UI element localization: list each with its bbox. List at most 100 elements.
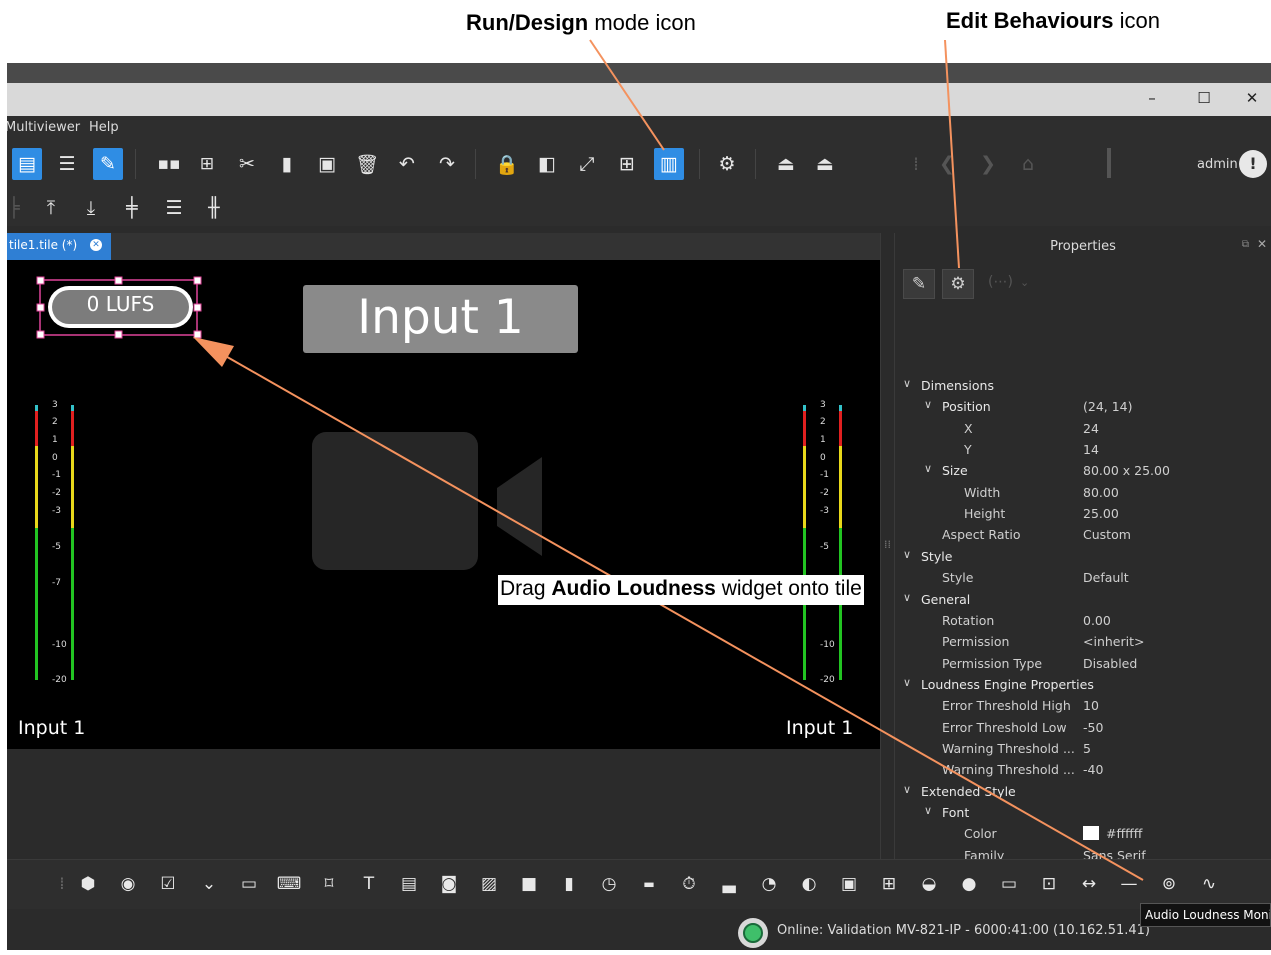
align-top-icon[interactable]: ⤒ [36,192,66,224]
run-design-mode-icon[interactable]: ▥ [654,148,684,180]
timer-widget-icon[interactable]: ⏱ [675,870,703,898]
user-avatar-icon[interactable]: ! [1239,150,1267,178]
property-row[interactable]: Error Threshold Low -50 [895,717,1271,738]
property-row[interactable]: Warning Threshold ... 5 [895,738,1271,759]
globe-widget-icon[interactable]: ◒ [915,870,943,898]
dot-widget-icon[interactable]: ● [955,870,983,898]
info-panel-icon[interactable]: ▤ [12,148,42,180]
checkbox-widget-icon[interactable]: ☑ [154,870,182,898]
fullscreen-icon[interactable]: ⤢ [572,148,602,180]
meter-widget-icon[interactable]: ▮ [555,870,583,898]
text-widget-icon[interactable]: T [355,870,383,898]
expand-chevron-icon[interactable]: ∨ [903,783,911,796]
button-widget-icon[interactable]: ◙ [435,870,463,898]
expand-chevron-icon[interactable]: ∨ [903,377,911,390]
expand-chevron-icon[interactable]: ∨ [924,462,932,475]
audio-loudness-widget-icon[interactable]: ⊚ [1155,870,1183,898]
counter-widget-icon[interactable]: ▬ [635,870,663,898]
property-row[interactable]: Height 25.00 [895,503,1271,524]
lock-icon[interactable]: 🔒 [492,148,522,180]
menu-help[interactable]: Help [89,120,119,135]
upload-icon[interactable]: ⏏ [771,148,801,180]
distribute-horizontal-icon[interactable]: ☰ [159,192,189,224]
user-name[interactable]: admin [1197,157,1238,172]
property-value[interactable]: 80.00 [1083,485,1119,500]
property-value[interactable]: Custom [1083,527,1131,542]
dropdown-widget-icon[interactable]: ⌄ [195,870,223,898]
copy-icon[interactable]: ▮ [272,148,302,180]
property-row[interactable]: X 24 [895,418,1271,439]
combo-widget-icon[interactable]: ▭ [235,870,263,898]
property-row[interactable]: Color #ffffff [895,823,1271,844]
undo-icon[interactable]: ↶ [392,148,422,180]
align-edge-icon[interactable]: ╞ [7,192,29,224]
monitor-widget-icon[interactable]: ▣ [835,870,863,898]
property-row[interactable]: ∨ Loudness Engine Properties [895,674,1271,695]
paste-icon[interactable]: ▣ [312,148,342,180]
cube-widget-icon[interactable]: ⬢ [74,870,102,898]
matrix-widget-icon[interactable]: ⊞ [875,870,903,898]
property-row[interactable]: Aspect Ratio Custom [895,524,1271,545]
waveform-widget-icon[interactable]: ∿ [1195,870,1223,898]
align-center-vertical-icon[interactable]: ╫ [199,192,229,224]
frame-widget-icon[interactable]: ⌑ [315,870,343,898]
align-bottom-icon[interactable]: ⤓ [76,192,106,224]
edit-properties-icon[interactable]: ✎ [903,269,935,299]
spacer-widget-icon[interactable]: ↔ [1075,870,1103,898]
property-value[interactable]: 80.00 x 25.00 [1083,463,1170,478]
close-tab-icon[interactable]: ✕ [90,239,102,251]
property-value[interactable]: #ffffff [1083,826,1142,841]
redo-icon[interactable]: ↷ [432,148,462,180]
property-value[interactable]: 0.00 [1083,613,1111,628]
property-value[interactable]: -40 [1083,762,1103,777]
expand-chevron-icon[interactable]: ∨ [924,398,932,411]
close-button[interactable]: ✕ [1237,89,1267,109]
property-row[interactable]: Style Default [895,567,1271,588]
property-row[interactable]: Y 14 [895,439,1271,460]
grid-icon[interactable]: ▪▪ [154,148,184,180]
panel-close-icon[interactable]: ✕ [1257,237,1267,251]
property-value[interactable]: Default [1083,570,1129,585]
delete-icon[interactable]: 🗑 [352,148,382,180]
edit-behaviours-icon[interactable]: ⚙ [942,269,974,299]
video-widget-icon[interactable]: ■ [515,870,543,898]
dial-widget-icon[interactable]: ◐ [795,870,823,898]
property-row[interactable]: ∨ General [895,589,1271,610]
menu-multiviewer[interactable]: Multiviewer [7,120,80,135]
property-row[interactable]: Rotation 0.00 [895,610,1271,631]
label-widget-icon[interactable]: ⌨ [275,870,303,898]
back-icon[interactable]: ❮ [932,148,962,180]
color-swatch[interactable] [1083,826,1099,841]
cut-icon[interactable]: ✂ [232,148,262,180]
download-icon[interactable]: ⏏ [810,148,840,180]
property-row[interactable]: ∨ Dimensions [895,375,1271,396]
tree-view-icon[interactable]: ☰ [52,148,82,180]
property-value[interactable]: 10 [1083,698,1099,713]
property-value[interactable]: -50 [1083,720,1103,735]
property-value[interactable]: 25.00 [1083,506,1119,521]
tab-tile1[interactable]: tile1.tile (*) ✕ [7,233,111,260]
chevron-down-icon[interactable]: ⌄ [1020,276,1029,289]
home-icon[interactable]: ⌂ [1013,148,1043,180]
property-row[interactable]: Error Threshold High 10 [895,695,1271,716]
lufs-widget-label[interactable]: 0 LUFS [52,292,189,316]
property-row[interactable]: Width 80.00 [895,482,1271,503]
line-widget-icon[interactable]: — [1115,870,1143,898]
expression-icon[interactable]: (⋯) [988,274,1013,290]
input-title[interactable]: Input 1 [303,290,578,345]
property-row[interactable]: ∨ Position (24, 14) [895,396,1271,417]
maximize-button[interactable]: ☐ [1189,89,1219,109]
undock-icon[interactable]: ⧉ [1242,239,1249,250]
table-grid-icon[interactable]: ⊞ [612,148,642,180]
pie-widget-icon[interactable]: ◔ [755,870,783,898]
forward-icon[interactable]: ❯ [973,148,1003,180]
bar-chart-widget-icon[interactable]: ▃ [715,870,743,898]
property-row[interactable]: Permission Type Disabled [895,653,1271,674]
expand-chevron-icon[interactable]: ∨ [903,591,911,604]
tile-canvas[interactable]: 0 LUFS Input 1 3 2 1 0 -1 -2 -3 -5 -7 -10 -20 3 2 1 0… [7,260,887,749]
image-widget-icon[interactable]: ▨ [475,870,503,898]
list-widget-icon[interactable]: ▤ [395,870,423,898]
edit-tile-icon[interactable]: ✎ [93,148,123,180]
clock-widget-icon[interactable]: ◷ [595,870,623,898]
expand-chevron-icon[interactable]: ∨ [924,804,932,817]
